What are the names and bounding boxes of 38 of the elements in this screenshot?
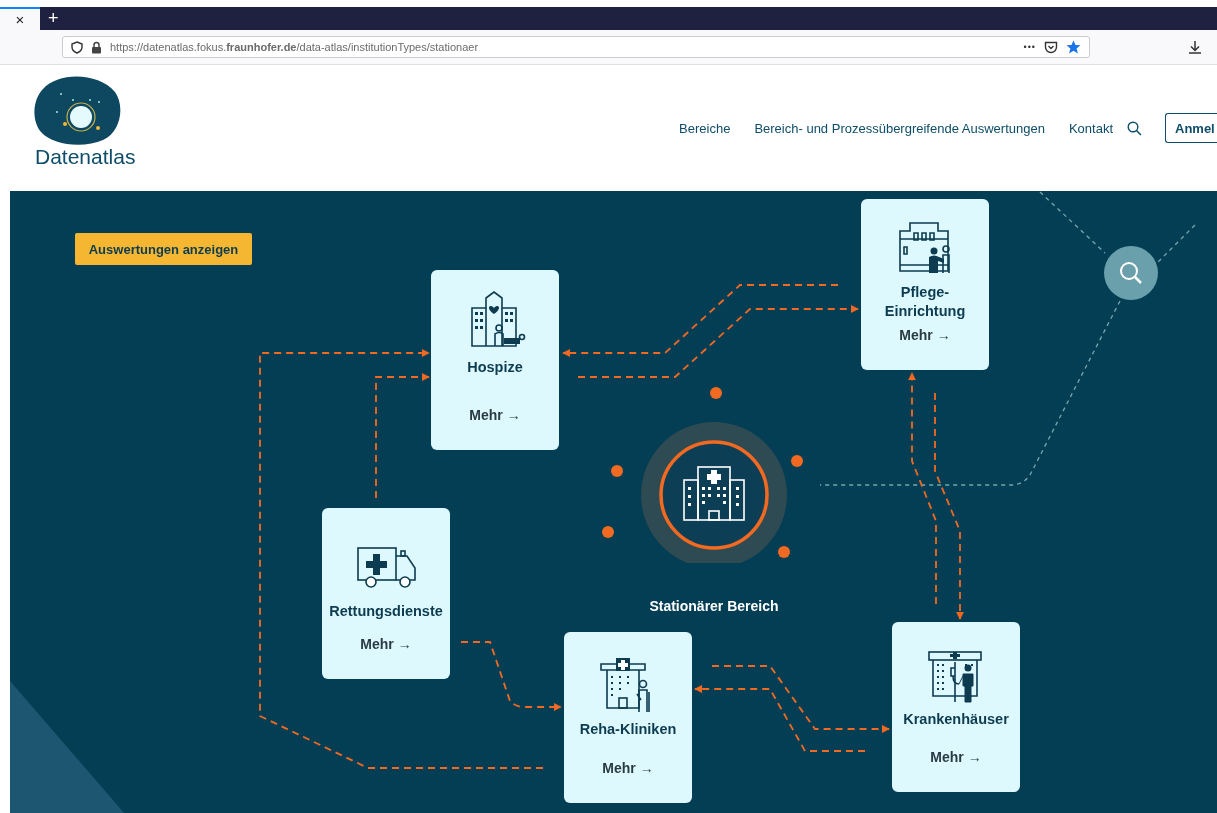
more-link[interactable]: Mehr → — [899, 327, 951, 343]
category-card[interactable]: Hospize Mehr → — [431, 270, 559, 450]
download-icon[interactable] — [1188, 40, 1202, 54]
more-link[interactable]: Mehr → — [930, 749, 982, 765]
dotted-line — [1039, 191, 1106, 254]
browser-tab[interactable]: × — [0, 7, 40, 30]
category-card[interactable]: Reha-Kliniken Mehr → — [564, 632, 692, 803]
page-actions-button[interactable]: ••• — [1023, 42, 1036, 52]
nav-link[interactable]: Bereich- und Prozessübergreifende Auswertungen — [754, 120, 1045, 136]
card-title: Krankenhäuser — [903, 710, 1009, 729]
hub-label: Stationärer Bereich — [648, 598, 780, 614]
card-title: Hospize — [467, 358, 523, 377]
card-title: Rettungsdienste — [329, 602, 443, 621]
search-icon[interactable] — [1127, 120, 1142, 136]
more-link[interactable]: Mehr → — [602, 760, 654, 776]
shield-icon — [71, 40, 83, 54]
nav-link[interactable]: Kontakt — [1068, 120, 1113, 136]
lock-icon — [91, 40, 102, 54]
dotted-line — [1156, 224, 1196, 264]
nav-link[interactable]: Bereiche — [679, 120, 731, 136]
address-bar[interactable]: https://datenatlas.fokus.fraunhofer.de/data-atlas/institutionTypes/stationaer ••• — [62, 36, 1090, 58]
card-title: Pflege-Einrichtung — [883, 283, 967, 321]
close-tab-icon[interactable]: × — [15, 11, 25, 28]
url-text: https://datenatlas.fokus.fraunhofer.de/data-atlas/institutionTypes/stationaer — [110, 41, 480, 53]
login-button[interactable]: Anmel — [1165, 113, 1217, 143]
card-title: Reha-Kliniken — [579, 720, 677, 739]
show-evaluations-button[interactable]: Auswertungen anzeigen — [75, 233, 252, 265]
more-link[interactable]: Mehr → — [360, 636, 412, 652]
logo-icon[interactable] — [33, 74, 123, 146]
more-link[interactable]: Mehr → — [469, 407, 521, 423]
search-icon[interactable] — [1104, 246, 1158, 300]
new-tab-button[interactable]: + — [48, 8, 59, 29]
logo-text[interactable]: Datenatlas — [35, 145, 136, 169]
star-icon[interactable] — [1066, 40, 1081, 54]
category-card[interactable]: Rettungsdienste Mehr → — [322, 508, 450, 679]
category-card[interactable]: Pflege-Einrichtung Mehr → — [861, 199, 989, 370]
category-card[interactable]: Krankenhäuser Mehr → — [892, 622, 1020, 792]
pocket-icon[interactable] — [1044, 40, 1058, 54]
